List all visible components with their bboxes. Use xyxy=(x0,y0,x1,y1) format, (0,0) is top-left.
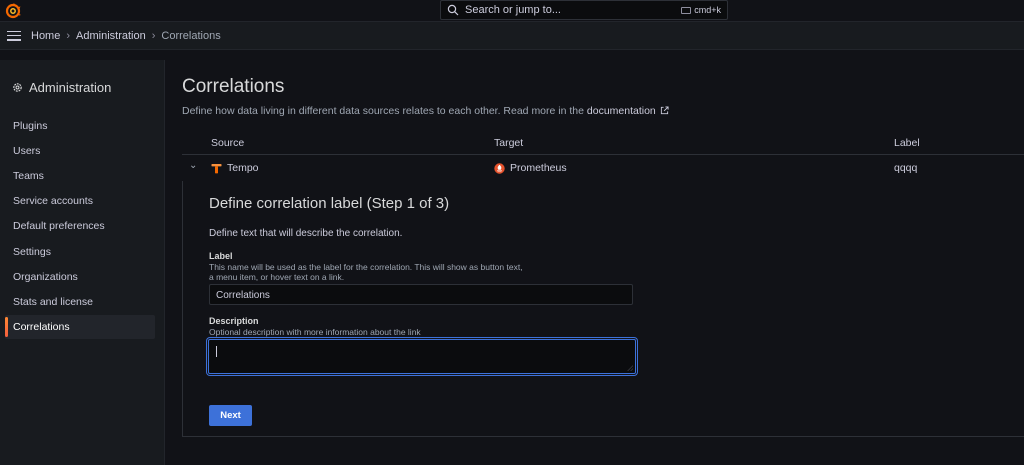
description-field-description: Optional description with more informati… xyxy=(209,327,421,337)
table-header: Source Target Label xyxy=(182,133,1024,155)
grafana-logo-icon[interactable] xyxy=(5,3,21,19)
cog-icon xyxy=(13,83,22,92)
sidebar: Administration Plugins Users Teams Servi… xyxy=(0,60,165,465)
row-source-text: Tempo xyxy=(227,162,259,174)
breadcrumb-home[interactable]: Home xyxy=(31,30,60,42)
sidebar-item-plugins[interactable]: Plugins xyxy=(5,114,155,138)
tempo-icon xyxy=(211,163,222,173)
resize-handle-icon[interactable] xyxy=(627,365,633,371)
main-content: Correlations Define how data living in d… xyxy=(182,60,1024,465)
sidebar-item-default-preferences[interactable]: Default preferences xyxy=(5,214,155,238)
breadcrumb-administration[interactable]: Administration xyxy=(76,30,146,42)
page-description-text: Define how data living in different data… xyxy=(182,105,584,117)
text-caret xyxy=(216,346,217,357)
description-field-label: Description xyxy=(209,316,259,326)
page-description: Define how data living in different data… xyxy=(182,105,669,117)
table-row[interactable]: ⌄ Tempo Prometheus qqqq xyxy=(182,155,1024,181)
description-textarea[interactable] xyxy=(208,339,636,374)
sidebar-item-teams[interactable]: Teams xyxy=(5,164,155,188)
row-target-text: Prometheus xyxy=(510,162,567,174)
menu-toggle-icon[interactable] xyxy=(7,30,21,41)
step-subtitle: Define text that will describe the corre… xyxy=(209,228,403,239)
label-field-label: Label xyxy=(209,251,233,261)
sidebar-item-service-accounts[interactable]: Service accounts xyxy=(5,189,155,213)
breadcrumb-bar: Home › Administration › Correlations xyxy=(0,22,1024,50)
search-icon xyxy=(447,4,459,16)
external-link-icon[interactable] xyxy=(660,106,669,115)
breadcrumb-current: Correlations xyxy=(161,29,221,42)
next-button[interactable]: Next xyxy=(209,405,252,426)
row-label: qqqq xyxy=(894,162,918,174)
sidebar-title: Administration xyxy=(12,80,111,95)
sidebar-item-settings[interactable]: Settings xyxy=(5,240,155,264)
search-shortcut: cmd+k xyxy=(681,5,721,15)
top-bar: Search or jump to... cmd+k xyxy=(0,0,1024,22)
column-target: Target xyxy=(494,137,524,149)
column-label: Label xyxy=(894,137,920,149)
page-title: Correlations xyxy=(182,76,285,97)
column-source: Source xyxy=(211,137,245,149)
sidebar-item-correlations[interactable]: Correlations xyxy=(5,315,155,339)
sidebar-item-stats-and-license[interactable]: Stats and license xyxy=(5,290,155,314)
prometheus-icon xyxy=(494,162,505,174)
documentation-link[interactable]: documentation xyxy=(587,105,656,117)
keyboard-icon xyxy=(681,6,692,14)
sidebar-item-users[interactable]: Users xyxy=(5,139,155,163)
label-field-description: This name will be used as the label for … xyxy=(209,262,523,282)
search-shortcut-text: cmd+k xyxy=(694,5,721,15)
chevron-right-icon: › xyxy=(151,29,156,42)
search-input[interactable]: Search or jump to... cmd+k xyxy=(440,0,728,20)
sidebar-title-text: Administration xyxy=(29,80,112,95)
chevron-down-icon[interactable]: ⌄ xyxy=(189,160,197,171)
search-placeholder: Search or jump to... xyxy=(465,4,561,16)
row-target: Prometheus xyxy=(494,162,567,174)
correlation-editor-panel: Define correlation label (Step 1 of 3) D… xyxy=(182,181,1024,437)
sidebar-item-organizations[interactable]: Organizations xyxy=(5,265,155,289)
label-input[interactable]: Correlations xyxy=(209,284,633,305)
step-title: Define correlation label (Step 1 of 3) xyxy=(209,195,450,212)
row-source: Tempo xyxy=(211,162,259,174)
chevron-right-icon: › xyxy=(66,29,71,42)
